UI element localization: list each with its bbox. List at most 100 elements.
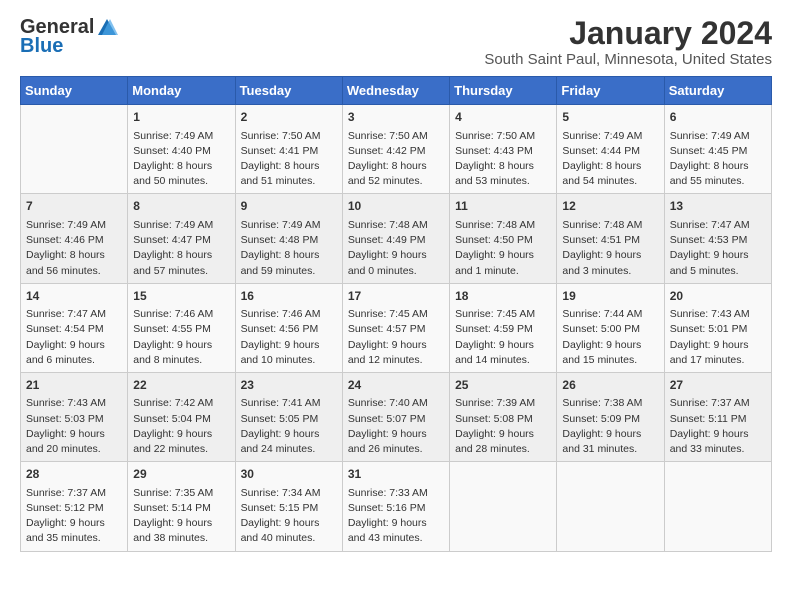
calendar-week-row: 14 Sunrise: 7:47 AM Sunset: 4:54 PM Dayli… <box>21 283 772 372</box>
calendar-cell: 26 Sunrise: 7:38 AM Sunset: 5:09 PM Dayli… <box>557 372 664 461</box>
day-number: 18 <box>455 288 551 305</box>
day-info: Sunrise: 7:47 AM Sunset: 4:54 PM Dayligh… <box>26 307 122 368</box>
calendar-cell: 14 Sunrise: 7:47 AM Sunset: 4:54 PM Dayli… <box>21 283 128 372</box>
logo: General Blue <box>20 16 118 58</box>
calendar-cell: 13 Sunrise: 7:47 AM Sunset: 4:53 PM Dayli… <box>664 194 771 283</box>
calendar-cell: 30 Sunrise: 7:34 AM Sunset: 5:15 PM Dayli… <box>235 462 342 551</box>
calendar-title: January 2024 <box>484 16 772 51</box>
calendar-cell: 7Sunrise: 7:49 AM Sunset: 4:46 PM Daylig… <box>21 194 128 283</box>
day-number: 25 <box>455 377 551 394</box>
calendar-cell: 16 Sunrise: 7:46 AM Sunset: 4:56 PM Dayli… <box>235 283 342 372</box>
day-number: 26 <box>562 377 658 394</box>
weekday-header: Monday <box>128 77 235 105</box>
calendar-cell: 29Sunrise: 7:35 AM Sunset: 5:14 PM Dayli… <box>128 462 235 551</box>
day-info: Sunrise: 7:45 AM Sunset: 4:59 PM Dayligh… <box>455 307 551 368</box>
calendar-cell: 3 Sunrise: 7:50 AM Sunset: 4:42 PM Daylig… <box>342 105 449 194</box>
calendar-cell: 24Sunrise: 7:40 AM Sunset: 5:07 PM Dayli… <box>342 372 449 461</box>
weekday-header: Thursday <box>450 77 557 105</box>
calendar-cell: 20 Sunrise: 7:43 AM Sunset: 5:01 PM Dayli… <box>664 283 771 372</box>
weekday-header: Tuesday <box>235 77 342 105</box>
day-number: 30 <box>241 466 337 483</box>
day-number: 6 <box>670 109 766 126</box>
day-info: Sunrise: 7:44 AM Sunset: 5:00 PM Dayligh… <box>562 307 658 368</box>
calendar-cell <box>664 462 771 551</box>
calendar-table: SundayMondayTuesdayWednesdayThursdayFrid… <box>20 76 772 551</box>
day-info: Sunrise: 7:49 AM Sunset: 4:46 PM Dayligh… <box>26 218 122 279</box>
day-info: Sunrise: 7:43 AM Sunset: 5:01 PM Dayligh… <box>670 307 766 368</box>
page-header: General Blue January 2024 South Saint Pa… <box>20 16 772 68</box>
day-info: Sunrise: 7:45 AM Sunset: 4:57 PM Dayligh… <box>348 307 444 368</box>
calendar-cell: 27 Sunrise: 7:37 AM Sunset: 5:11 PM Dayli… <box>664 372 771 461</box>
day-number: 20 <box>670 288 766 305</box>
calendar-cell: 25 Sunrise: 7:39 AM Sunset: 5:08 PM Dayli… <box>450 372 557 461</box>
calendar-cell: 22 Sunrise: 7:42 AM Sunset: 5:04 PM Dayli… <box>128 372 235 461</box>
day-info: Sunrise: 7:37 AM Sunset: 5:12 PM Dayligh… <box>26 486 122 547</box>
calendar-week-row: 7Sunrise: 7:49 AM Sunset: 4:46 PM Daylig… <box>21 194 772 283</box>
day-info: Sunrise: 7:42 AM Sunset: 5:04 PM Dayligh… <box>133 396 229 457</box>
day-info: Sunrise: 7:34 AM Sunset: 5:15 PM Dayligh… <box>241 486 337 547</box>
day-info: Sunrise: 7:35 AM Sunset: 5:14 PM Dayligh… <box>133 486 229 547</box>
calendar-cell: 4Sunrise: 7:50 AM Sunset: 4:43 PM Daylig… <box>450 105 557 194</box>
calendar-cell: 17 Sunrise: 7:45 AM Sunset: 4:57 PM Dayli… <box>342 283 449 372</box>
day-info: Sunrise: 7:50 AM Sunset: 4:42 PM Dayligh… <box>348 129 444 190</box>
calendar-cell: 6 Sunrise: 7:49 AM Sunset: 4:45 PM Daylig… <box>664 105 771 194</box>
logo-icon <box>96 17 118 39</box>
day-number: 1 <box>133 109 229 126</box>
day-number: 17 <box>348 288 444 305</box>
calendar-cell: 12 Sunrise: 7:48 AM Sunset: 4:51 PM Dayli… <box>557 194 664 283</box>
calendar-cell <box>557 462 664 551</box>
day-info: Sunrise: 7:48 AM Sunset: 4:51 PM Dayligh… <box>562 218 658 279</box>
weekday-header: Sunday <box>21 77 128 105</box>
calendar-cell: 31Sunrise: 7:33 AM Sunset: 5:16 PM Dayli… <box>342 462 449 551</box>
calendar-week-row: 28 Sunrise: 7:37 AM Sunset: 5:12 PM Dayli… <box>21 462 772 551</box>
calendar-cell: 1 Sunrise: 7:49 AM Sunset: 4:40 PM Daylig… <box>128 105 235 194</box>
day-number: 14 <box>26 288 122 305</box>
day-number: 16 <box>241 288 337 305</box>
day-info: Sunrise: 7:46 AM Sunset: 4:56 PM Dayligh… <box>241 307 337 368</box>
calendar-cell: 28 Sunrise: 7:37 AM Sunset: 5:12 PM Dayli… <box>21 462 128 551</box>
day-info: Sunrise: 7:49 AM Sunset: 4:47 PM Dayligh… <box>133 218 229 279</box>
calendar-cell: 19 Sunrise: 7:44 AM Sunset: 5:00 PM Dayli… <box>557 283 664 372</box>
calendar-cell: 15Sunrise: 7:46 AM Sunset: 4:55 PM Dayli… <box>128 283 235 372</box>
day-number: 5 <box>562 109 658 126</box>
weekday-header: Saturday <box>664 77 771 105</box>
day-info: Sunrise: 7:49 AM Sunset: 4:40 PM Dayligh… <box>133 129 229 190</box>
day-number: 2 <box>241 109 337 126</box>
calendar-cell: 10 Sunrise: 7:48 AM Sunset: 4:49 PM Dayli… <box>342 194 449 283</box>
calendar-cell: 5 Sunrise: 7:49 AM Sunset: 4:44 PM Daylig… <box>557 105 664 194</box>
day-info: Sunrise: 7:50 AM Sunset: 4:43 PM Dayligh… <box>455 129 551 190</box>
day-info: Sunrise: 7:41 AM Sunset: 5:05 PM Dayligh… <box>241 396 337 457</box>
calendar-cell: 2 Sunrise: 7:50 AM Sunset: 4:41 PM Daylig… <box>235 105 342 194</box>
day-info: Sunrise: 7:33 AM Sunset: 5:16 PM Dayligh… <box>348 486 444 547</box>
day-info: Sunrise: 7:50 AM Sunset: 4:41 PM Dayligh… <box>241 129 337 190</box>
day-info: Sunrise: 7:47 AM Sunset: 4:53 PM Dayligh… <box>670 218 766 279</box>
day-info: Sunrise: 7:49 AM Sunset: 4:45 PM Dayligh… <box>670 129 766 190</box>
day-number: 8 <box>133 198 229 215</box>
weekday-header: Wednesday <box>342 77 449 105</box>
day-number: 21 <box>26 377 122 394</box>
logo-blue-text: Blue <box>20 35 63 58</box>
day-info: Sunrise: 7:38 AM Sunset: 5:09 PM Dayligh… <box>562 396 658 457</box>
day-number: 19 <box>562 288 658 305</box>
day-number: 3 <box>348 109 444 126</box>
calendar-subtitle: South Saint Paul, Minnesota, United Stat… <box>484 51 772 68</box>
day-info: Sunrise: 7:48 AM Sunset: 4:50 PM Dayligh… <box>455 218 551 279</box>
calendar-cell: 21 Sunrise: 7:43 AM Sunset: 5:03 PM Dayli… <box>21 372 128 461</box>
day-number: 13 <box>670 198 766 215</box>
day-number: 15 <box>133 288 229 305</box>
day-number: 27 <box>670 377 766 394</box>
day-number: 12 <box>562 198 658 215</box>
weekday-header-row: SundayMondayTuesdayWednesdayThursdayFrid… <box>21 77 772 105</box>
day-number: 28 <box>26 466 122 483</box>
day-info: Sunrise: 7:37 AM Sunset: 5:11 PM Dayligh… <box>670 396 766 457</box>
day-info: Sunrise: 7:49 AM Sunset: 4:44 PM Dayligh… <box>562 129 658 190</box>
day-number: 9 <box>241 198 337 215</box>
calendar-week-row: 21 Sunrise: 7:43 AM Sunset: 5:03 PM Dayli… <box>21 372 772 461</box>
day-info: Sunrise: 7:39 AM Sunset: 5:08 PM Dayligh… <box>455 396 551 457</box>
day-number: 10 <box>348 198 444 215</box>
day-number: 11 <box>455 198 551 215</box>
day-number: 22 <box>133 377 229 394</box>
calendar-cell: 23Sunrise: 7:41 AM Sunset: 5:05 PM Dayli… <box>235 372 342 461</box>
day-info: Sunrise: 7:48 AM Sunset: 4:49 PM Dayligh… <box>348 218 444 279</box>
day-info: Sunrise: 7:43 AM Sunset: 5:03 PM Dayligh… <box>26 396 122 457</box>
